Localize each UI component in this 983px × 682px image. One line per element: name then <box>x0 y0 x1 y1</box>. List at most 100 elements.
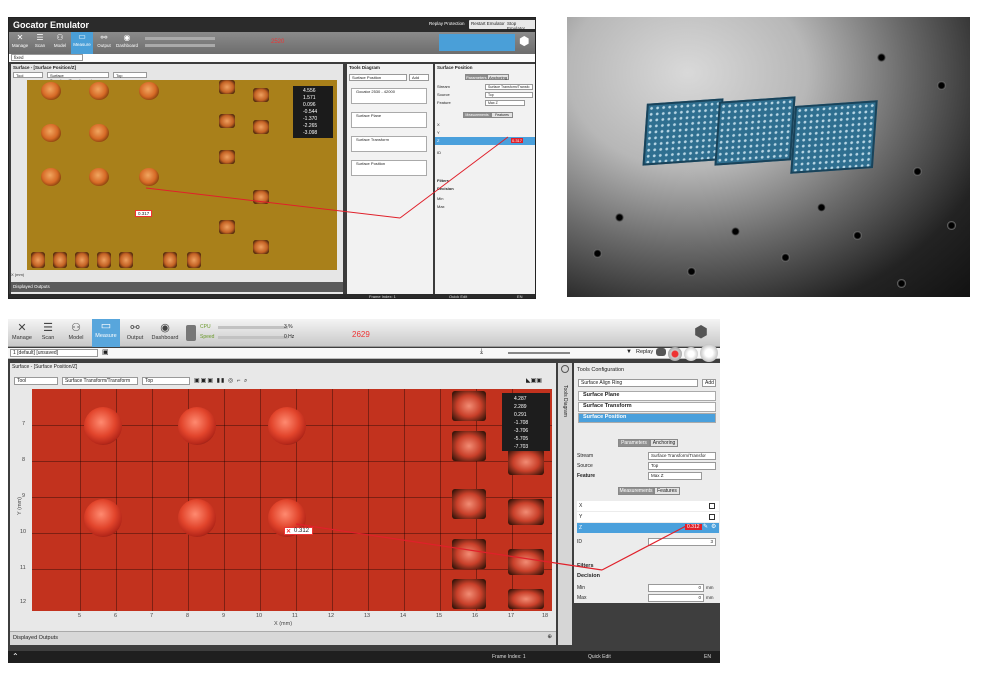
small-nav-measure[interactable]: ▭ Measure <box>71 32 93 54</box>
stop-emulator-button[interactable]: Stop Emulator <box>505 20 535 31</box>
big-nav-scan[interactable]: ☰ Scan <box>36 321 60 341</box>
filter-icon[interactable]: ▼ <box>626 349 632 355</box>
meas-y-checkbox[interactable] <box>709 514 715 520</box>
small-add-button[interactable]: Add <box>409 74 429 81</box>
layout-icons[interactable]: ◣▣▣ <box>526 377 554 385</box>
big-nav-model[interactable]: ⚇ Model <box>64 321 88 341</box>
stream-select[interactable]: Surface Transform/Transfor <box>648 452 716 460</box>
view-tools-icons[interactable]: ▣▣▣ ▮▮ ◎ ⌐ ⌕ <box>194 377 274 385</box>
big-nav-manage[interactable]: ✕ Manage <box>10 321 34 341</box>
small-view-select-1[interactable]: Tool <box>13 72 43 78</box>
expand-tools-icon[interactable] <box>561 365 569 373</box>
meas-row-label: Z <box>437 138 440 143</box>
small-nav-manage[interactable]: ✕ Manage <box>11 33 29 48</box>
meas-row-x[interactable]: X <box>437 122 440 127</box>
restart-emulator-button[interactable]: Restart Emulator <box>469 20 507 29</box>
close-icon[interactable]: ✕ <box>286 528 291 535</box>
small-nav-dashboard[interactable]: ◉ Dashboard <box>115 33 139 48</box>
small-tab-anchoring[interactable]: Anchoring <box>487 74 509 80</box>
max-input[interactable]: 0 <box>648 594 704 602</box>
tab-parameters[interactable]: Parameters <box>618 439 650 447</box>
feature-select[interactable]: Max Z <box>648 472 702 480</box>
add-tool-button[interactable]: Add <box>702 379 716 387</box>
small-tab-measurements[interactable]: Measurements <box>463 112 491 118</box>
expand-icon[interactable]: ⊕ <box>547 634 552 640</box>
edge-pad <box>452 539 486 569</box>
big-view-select-2[interactable]: Surface Transform/Transform <box>62 377 138 385</box>
x-tick: 18 <box>542 613 549 619</box>
language-select[interactable]: EN <box>704 654 711 660</box>
source-label: Source <box>577 463 593 469</box>
big-view-select-1[interactable]: Tool <box>14 377 58 385</box>
big-nav-dashboard[interactable]: ◉ Dashboard <box>150 321 180 341</box>
big-job-bar: 1 [default] [unsaved] ▣ ⤓ ▼ Replay <box>8 344 720 362</box>
small-source-select[interactable]: Top <box>485 92 533 98</box>
tool-surface-position[interactable]: Surface Position <box>578 413 716 423</box>
id-input[interactable]: 3 <box>648 538 716 546</box>
tool-type-select[interactable]: Surface Align Ring <box>578 379 698 387</box>
min-label: Min <box>577 585 586 591</box>
save-icon[interactable]: ▣ <box>102 348 109 356</box>
tool-surface-transform[interactable]: Surface Transform <box>578 402 716 412</box>
small-title-bar: Gocator Emulator Replay Protection Resta… <box>9 18 535 32</box>
tools-config-title: Tools Configuration <box>577 367 625 373</box>
small-job-select[interactable]: fixed <box>11 54 83 61</box>
tab-measurements[interactable]: Measurements <box>618 487 654 495</box>
x-tick: 7 <box>150 613 154 619</box>
pin-icon[interactable]: ✎ <box>703 523 708 530</box>
small-quick-edit[interactable]: Quick Edit <box>449 294 467 298</box>
step-button[interactable] <box>684 347 698 361</box>
param-label: Feature <box>437 100 451 105</box>
meas-x-checkbox[interactable] <box>709 503 715 509</box>
quick-edit[interactable]: Quick Edit <box>588 654 611 660</box>
record-button[interactable] <box>668 347 682 361</box>
big-view-select-3[interactable]: Top <box>142 377 190 385</box>
meas-row-z[interactable]: Z 0.312 ✎ ⚙ <box>577 523 719 533</box>
small-stream-select[interactable]: Surface Transform/Transfo <box>485 84 533 90</box>
tools-diagram-strip[interactable]: Tools Diagram <box>558 363 572 645</box>
replay-slider[interactable] <box>508 352 570 354</box>
big-job-select[interactable]: 1 [default] [unsaved] <box>10 349 98 357</box>
gear-icon[interactable]: ⚙ <box>711 523 716 530</box>
meas-row-z[interactable]: Z 0.317 <box>435 137 535 145</box>
replay-notice <box>439 34 515 51</box>
small-displayed-outputs[interactable]: Displayed Outputs <box>11 282 343 292</box>
small-tool-node[interactable]: Surface Plane <box>351 112 427 128</box>
small-nav-output[interactable]: ⚯ Output <box>95 33 113 48</box>
small-view-select-2[interactable]: Surface Transform/Transformed <box>47 72 109 83</box>
small-nav-scan[interactable]: ☰ Scan <box>31 33 49 48</box>
source-select[interactable]: Top <box>648 462 716 470</box>
small-tool-node[interactable]: Surface Position <box>351 160 427 176</box>
tab-features[interactable]: Features <box>654 487 680 495</box>
y-tick: 11 <box>20 565 26 571</box>
displayed-outputs-bar[interactable]: Displayed Outputs ⊕ <box>10 631 556 645</box>
legend-label: -3.706 <box>514 428 529 434</box>
meas-row-x[interactable]: X <box>577 501 719 511</box>
small-tools-add-select[interactable]: Surface Position <box>349 74 407 81</box>
small-lang[interactable]: EN <box>517 294 523 298</box>
meas-row-y[interactable]: Y <box>437 130 440 135</box>
speed-label: Speed <box>200 334 215 340</box>
min-input[interactable]: 0 <box>648 584 704 592</box>
small-tab-parameters[interactable]: Parameters <box>465 74 487 80</box>
big-nav-measure[interactable]: ▭ Measure <box>92 319 120 347</box>
replay-protection-label[interactable]: Replay Protection <box>427 20 467 29</box>
z-value-badge: 0.312 <box>685 524 702 530</box>
big-nav-output[interactable]: ⚯ Output <box>122 321 148 341</box>
small-tool-node[interactable]: Gocator 2530 - 42000 <box>351 88 427 104</box>
small-nav-model[interactable]: ⚇ Model <box>51 33 69 48</box>
max-label: Max <box>577 595 587 601</box>
replay-toggle[interactable] <box>656 348 666 356</box>
bga-chip <box>790 100 878 174</box>
tool-surface-plane[interactable]: Surface Plane <box>578 391 716 401</box>
small-tool-node[interactable]: Surface Transform <box>351 136 427 152</box>
small-tab-features[interactable]: Features <box>491 112 513 118</box>
small-view-select-3[interactable]: Top <box>113 72 147 78</box>
download-icon[interactable]: ⤓ <box>480 348 483 356</box>
collapse-icon[interactable]: ⌃ <box>12 652 19 661</box>
play-button[interactable] <box>700 344 718 362</box>
meas-row-y[interactable]: Y <box>577 512 719 522</box>
nav-label: Measure <box>95 333 117 339</box>
tab-anchoring[interactable]: Anchoring <box>650 439 678 447</box>
small-feature-select[interactable]: Max Z <box>485 100 525 106</box>
